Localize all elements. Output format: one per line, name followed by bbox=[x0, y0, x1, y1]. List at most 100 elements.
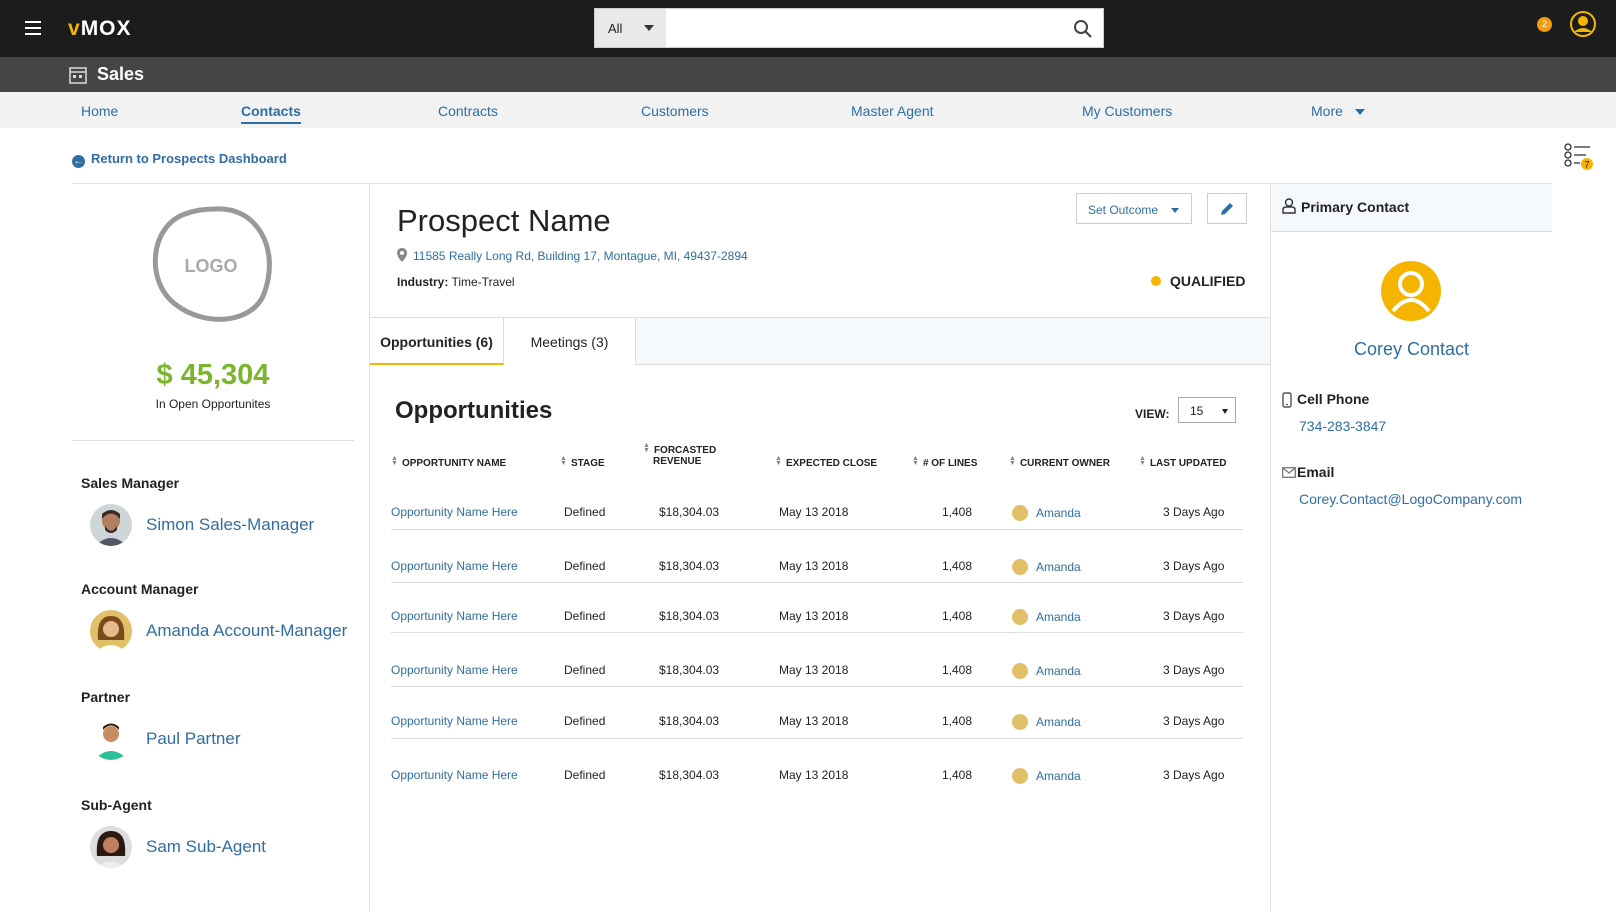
top-bar: vMOX All 2 bbox=[0, 0, 1616, 57]
sort-icon: ▲ ▼ bbox=[775, 455, 782, 467]
last-updated-cell: 3 Days Ago bbox=[1163, 663, 1225, 677]
person-icon bbox=[1282, 198, 1296, 214]
owner-name: Amanda bbox=[1036, 769, 1081, 783]
nav-contracts[interactable]: Contracts bbox=[438, 103, 498, 119]
nav-master-agent[interactable]: Master Agent bbox=[851, 103, 934, 119]
nav-contacts[interactable]: Contacts bbox=[241, 103, 301, 124]
col-expected-close[interactable]: ▲ ▼ EXPECTED CLOSE bbox=[775, 455, 877, 469]
col-current-owner[interactable]: ▲ ▼ CURRENT OWNER bbox=[1009, 455, 1110, 469]
prospect-name: Prospect Name bbox=[397, 203, 611, 238]
stage-cell: Defined bbox=[564, 609, 606, 623]
col-forecasted-revenue[interactable]: ▲ ▼ FORCASTED REVENUE bbox=[643, 442, 716, 467]
last-updated-cell: 3 Days Ago bbox=[1163, 609, 1225, 623]
account-manager-contact[interactable]: Amanda Account-Manager bbox=[90, 610, 360, 652]
col-stage[interactable]: ▲ ▼ STAGE bbox=[560, 455, 605, 469]
tab-opportunities[interactable]: Opportunities (6) bbox=[370, 318, 504, 365]
primary-contact-title: Primary Contact bbox=[1301, 199, 1410, 215]
revenue-cell: $18,304.03 bbox=[659, 714, 720, 728]
nav-home[interactable]: Home bbox=[81, 103, 118, 119]
avatar bbox=[90, 718, 132, 760]
opportunity-name-link[interactable]: Opportunity Name Here bbox=[391, 505, 518, 519]
search-scope-select[interactable]: All bbox=[595, 9, 666, 47]
opportunity-name-link[interactable]: Opportunity Name Here bbox=[391, 714, 518, 728]
stage-cell: Defined bbox=[564, 768, 606, 782]
expected-close-cell: May 13 2018 bbox=[779, 609, 849, 623]
owner-avatar bbox=[1012, 559, 1028, 575]
sort-icon: ▲ ▼ bbox=[560, 455, 567, 467]
owner-name: Amanda bbox=[1036, 560, 1081, 574]
pencil-icon bbox=[1221, 203, 1233, 215]
edit-button[interactable] bbox=[1207, 193, 1247, 224]
contact-name[interactable]: Corey Contact bbox=[1271, 339, 1552, 360]
last-updated-cell: 3 Days Ago bbox=[1163, 559, 1225, 573]
sales-icon bbox=[69, 67, 87, 84]
search-icon[interactable] bbox=[1073, 19, 1093, 39]
opportunity-name-link[interactable]: Opportunity Name Here bbox=[391, 559, 518, 573]
user-avatar-icon[interactable] bbox=[1570, 11, 1596, 37]
menu-icon[interactable] bbox=[25, 21, 41, 35]
owner-cell[interactable]: Amanda bbox=[1012, 559, 1081, 575]
notification-badge[interactable]: 2 bbox=[1537, 17, 1552, 32]
chevron-down-icon bbox=[1222, 409, 1228, 414]
col-last-updated[interactable]: ▲ ▼ LAST UPDATED bbox=[1139, 455, 1226, 469]
partner-contact[interactable]: Paul Partner bbox=[90, 718, 360, 760]
tab-meetings[interactable]: Meetings (3) bbox=[504, 318, 636, 365]
module-header: Sales bbox=[0, 57, 1616, 92]
prospect-address[interactable]: 11585 Really Long Rd, Building 17, Monta… bbox=[397, 248, 748, 263]
opportunity-name-link[interactable]: Opportunity Name Here bbox=[391, 768, 518, 782]
owner-avatar bbox=[1012, 609, 1028, 625]
lines-cell: 1,408 bbox=[942, 505, 973, 519]
row-divider bbox=[391, 686, 1243, 687]
avatar bbox=[90, 504, 132, 546]
primary-contact-panel: Primary Contact Corey Contact Cell Phone… bbox=[1270, 184, 1552, 911]
col-opportunity-name[interactable]: ▲ ▼ OPPORTUNITY NAME bbox=[391, 455, 506, 469]
sort-icon: ▲ ▼ bbox=[1009, 455, 1016, 467]
amount-label: In Open Opportunites bbox=[155, 397, 271, 411]
lines-cell: 1,408 bbox=[942, 714, 973, 728]
nav-my-customers[interactable]: My Customers bbox=[1082, 103, 1172, 119]
chevron-down-icon bbox=[644, 25, 654, 31]
revenue-cell: $18,304.03 bbox=[659, 609, 720, 623]
industry: Industry: Time-Travel bbox=[397, 275, 515, 289]
checklist-icon[interactable]: 7 bbox=[1564, 143, 1594, 173]
role-partner: Partner bbox=[81, 689, 131, 705]
col-number-of-lines[interactable]: ▲ ▼ # OF LINES bbox=[912, 455, 977, 469]
nav-customers[interactable]: Customers bbox=[641, 103, 709, 119]
view-label: VIEW: bbox=[1135, 407, 1170, 421]
row-divider bbox=[391, 582, 1243, 583]
owner-cell[interactable]: Amanda bbox=[1012, 609, 1081, 625]
owner-cell[interactable]: Amanda bbox=[1012, 505, 1081, 521]
owner-cell[interactable]: Amanda bbox=[1012, 663, 1081, 679]
brand-logo[interactable]: vMOX bbox=[68, 17, 132, 41]
search-bar: All bbox=[594, 8, 1104, 48]
owner-avatar bbox=[1012, 714, 1028, 730]
expected-close-cell: May 13 2018 bbox=[779, 768, 849, 782]
status-badge: QUALIFIED bbox=[1151, 273, 1245, 289]
email-address[interactable]: Corey.Contact@LogoCompany.com bbox=[1299, 491, 1522, 507]
set-outcome-button[interactable]: Set Outcome bbox=[1076, 193, 1192, 224]
owner-cell[interactable]: Amanda bbox=[1012, 714, 1081, 730]
row-divider bbox=[391, 529, 1243, 530]
prospect-details: Prospect Name 11585 Really Long Rd, Buil… bbox=[370, 184, 1270, 911]
phone-number[interactable]: 734-283-3847 bbox=[1299, 418, 1386, 434]
divider bbox=[72, 440, 354, 441]
revenue-cell: $18,304.03 bbox=[659, 559, 720, 573]
owner-cell[interactable]: Amanda bbox=[1012, 768, 1081, 784]
phone-icon bbox=[1282, 392, 1292, 408]
opportunity-name-link[interactable]: Opportunity Name Here bbox=[391, 609, 518, 623]
stage-cell: Defined bbox=[564, 559, 606, 573]
nav-more[interactable]: More bbox=[1311, 103, 1365, 119]
owner-name: Amanda bbox=[1036, 715, 1081, 729]
expected-close-cell: May 13 2018 bbox=[779, 663, 849, 677]
chevron-down-icon bbox=[1354, 109, 1365, 116]
opportunity-name-link[interactable]: Opportunity Name Here bbox=[391, 663, 518, 677]
map-pin-icon bbox=[397, 248, 407, 262]
sub-agent-contact[interactable]: Sam Sub-Agent bbox=[90, 826, 360, 868]
revenue-cell: $18,304.03 bbox=[659, 663, 720, 677]
revenue-cell: $18,304.03 bbox=[659, 505, 720, 519]
search-input[interactable] bbox=[667, 9, 1057, 47]
return-link[interactable]: ← Return to Prospects Dashboard bbox=[72, 151, 287, 168]
page-size-select[interactable]: 15 bbox=[1178, 397, 1236, 423]
sales-manager-contact[interactable]: Simon Sales-Manager bbox=[90, 504, 360, 546]
email-icon bbox=[1282, 467, 1296, 478]
